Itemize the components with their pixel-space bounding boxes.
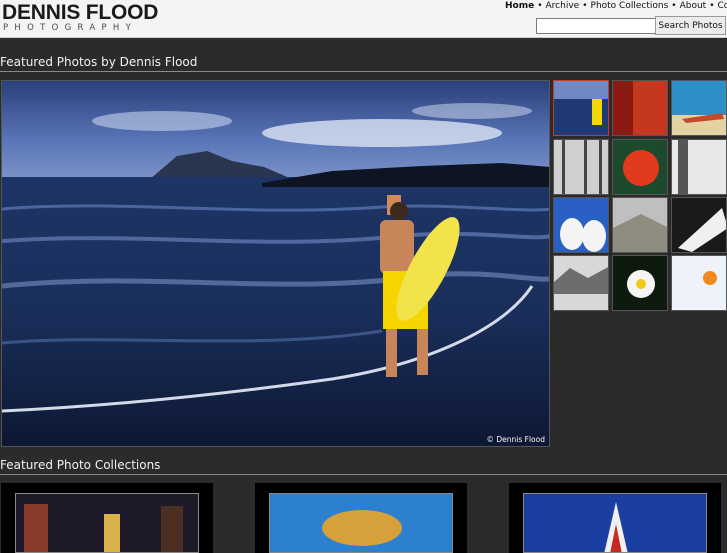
- collection-card[interactable]: [509, 483, 721, 553]
- thumbnail-image: [613, 198, 668, 253]
- nav-home[interactable]: Home: [505, 1, 534, 11]
- featured-photos-heading: Featured Photos by Dennis Flood: [0, 55, 197, 69]
- collection-image: [15, 493, 199, 553]
- top-bar: DENNIS FLOOD PHOTOGRAPHY Home•Archive•Ph…: [0, 0, 727, 38]
- nav-separator: •: [706, 1, 717, 11]
- nav-about[interactable]: About: [680, 1, 707, 11]
- thumbnail-image: [672, 140, 727, 195]
- logo-tagline: PHOTOGRAPHY: [3, 23, 137, 33]
- nav-photo-collections[interactable]: Photo Collections: [591, 1, 669, 11]
- thumbnail-red-lantern[interactable]: [612, 139, 668, 195]
- photo-copyright: © Dennis Flood: [487, 435, 546, 444]
- thumbnail-image: [554, 256, 609, 311]
- featured-collections-heading: Featured Photo Collections: [0, 458, 160, 472]
- featured-photo[interactable]: © Dennis Flood: [1, 80, 550, 447]
- thumbnail-image: [554, 81, 609, 136]
- thumbnail-surfer[interactable]: [553, 80, 609, 136]
- thumbnail-image: [672, 198, 727, 253]
- thumbnail-daisy[interactable]: [612, 255, 668, 311]
- thumbnail-beach-boat[interactable]: [671, 80, 727, 136]
- thumbnail-cows[interactable]: [553, 197, 609, 253]
- thumbnail-image: [613, 256, 668, 311]
- divider: [0, 474, 727, 475]
- nav-separator: •: [579, 1, 590, 11]
- divider: [0, 71, 727, 72]
- logo[interactable]: DENNIS FLOOD: [2, 1, 158, 25]
- search-photos-button[interactable]: Search Photos: [655, 16, 726, 35]
- collection-image: [523, 493, 707, 553]
- nav-separator: •: [668, 1, 679, 11]
- thumbnail-image: [613, 140, 668, 195]
- surfer-photo-image: [2, 81, 550, 447]
- search-input[interactable]: [536, 18, 657, 34]
- thumbnail-image: [613, 81, 668, 136]
- thumbnail-image: [672, 256, 727, 311]
- thumbnail-image: [672, 81, 727, 136]
- collection-card[interactable]: [255, 483, 467, 553]
- collection-card[interactable]: [1, 483, 213, 553]
- thumbnail-bw-sign[interactable]: [671, 139, 727, 195]
- thumbnail-image: [554, 198, 609, 253]
- thumbnail-grey-landscape[interactable]: [612, 197, 668, 253]
- collection-image: [269, 493, 453, 553]
- nav-contact[interactable]: Contact: [718, 1, 727, 11]
- nav-separator: •: [534, 1, 545, 11]
- thumbnail-mountain-lake[interactable]: [553, 255, 609, 311]
- thumbnail-snow-bird[interactable]: [671, 255, 727, 311]
- main-nav: Home•Archive•Photo Collections•About•Con…: [505, 1, 727, 12]
- thumbnail-forest-people[interactable]: [553, 139, 609, 195]
- thumbnail-sky-cloud[interactable]: [671, 197, 727, 253]
- nav-archive[interactable]: Archive: [546, 1, 580, 11]
- thumbnail-red-robe[interactable]: [612, 80, 668, 136]
- thumbnail-image: [554, 140, 609, 195]
